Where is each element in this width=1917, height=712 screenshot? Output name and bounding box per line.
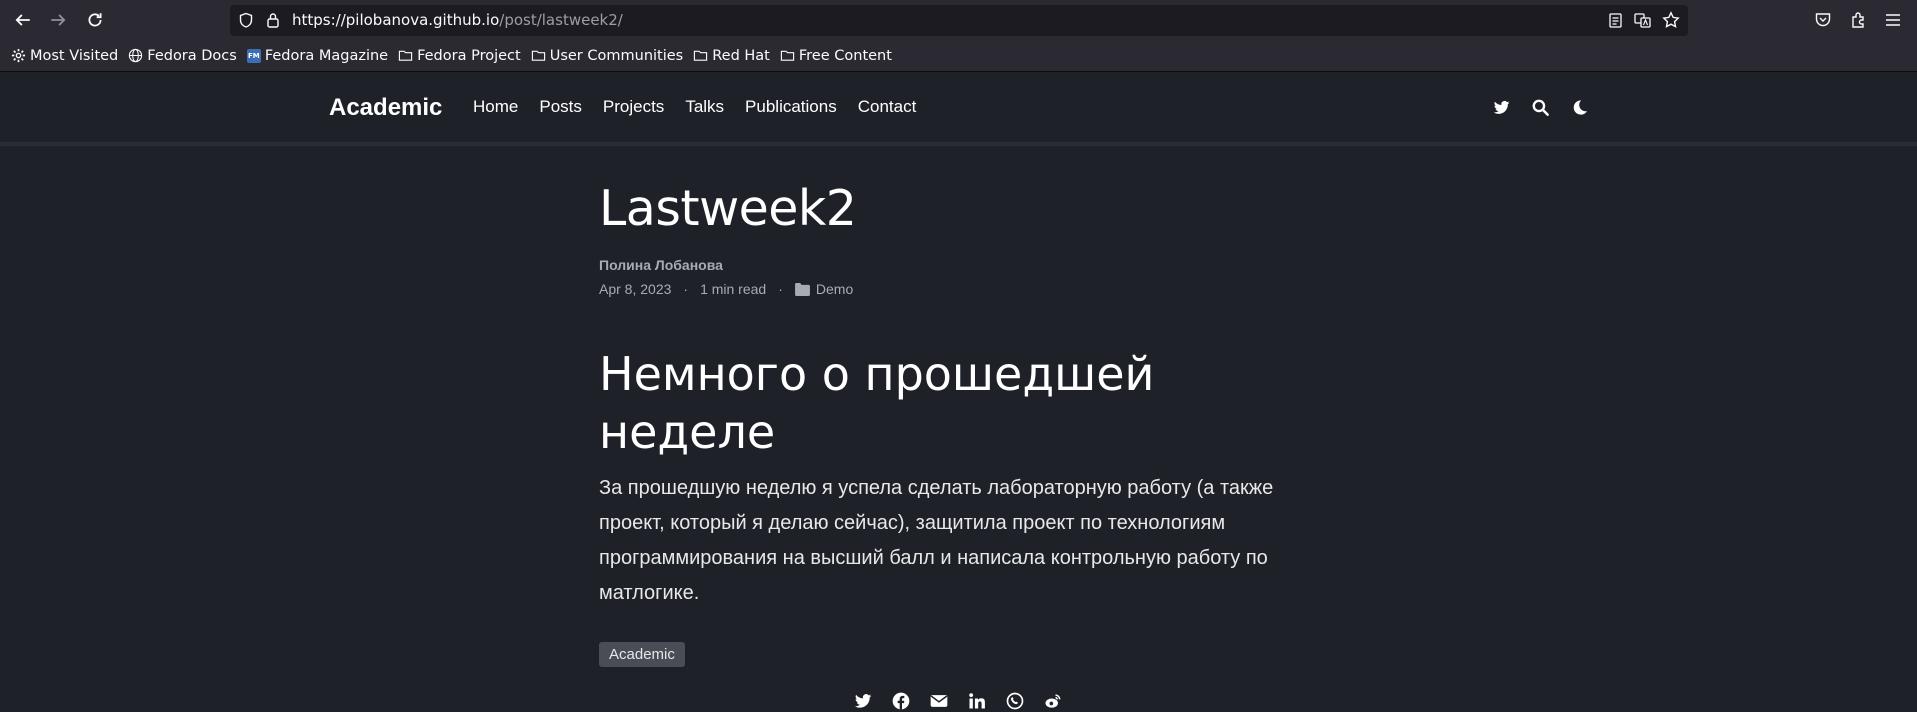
- reload-icon: [88, 13, 102, 27]
- dark-mode-moon-icon[interactable]: [1568, 96, 1590, 118]
- url-path: /post/lastweek2/: [499, 11, 623, 29]
- forward-button[interactable]: [47, 9, 69, 31]
- extensions-icon[interactable]: [1850, 11, 1868, 34]
- share-twitter-icon[interactable]: [852, 690, 874, 712]
- gear-icon: [11, 48, 26, 63]
- bookmark-fedora-magazine[interactable]: FM Fedora Magazine: [242, 40, 393, 71]
- bookmark-label: Free Content: [798, 47, 892, 64]
- twitter-icon[interactable]: [1490, 96, 1512, 118]
- post-author[interactable]: Полина Лобанова: [599, 257, 723, 273]
- post-category-link[interactable]: Demo: [816, 281, 853, 297]
- menu-posts[interactable]: Posts: [539, 97, 582, 117]
- fedora-magazine-icon: FM: [246, 48, 261, 63]
- menu-home[interactable]: Home: [473, 97, 518, 117]
- share-whatsapp-icon[interactable]: [1004, 690, 1026, 712]
- app-menu-icon[interactable]: [1884, 11, 1902, 34]
- bookmark-label: Fedora Magazine: [264, 47, 389, 64]
- reader-view-icon[interactable]: [1608, 12, 1623, 34]
- meta-separator: ·: [778, 281, 783, 297]
- browser-toolbar: https://pilobanova.github.io/post/lastwe…: [0, 0, 1917, 40]
- main-menu: Home Posts Projects Talks Publications C…: [473, 97, 937, 117]
- folder-icon: [398, 50, 413, 61]
- shield-icon[interactable]: [238, 12, 254, 34]
- pocket-icon[interactable]: [1814, 11, 1832, 34]
- lock-icon[interactable]: [266, 12, 280, 33]
- menu-contact[interactable]: Contact: [858, 97, 917, 117]
- bookmark-label: User Communities: [549, 47, 684, 64]
- address-bar[interactable]: https://pilobanova.github.io/post/lastwe…: [230, 5, 1688, 36]
- bookmarks-toolbar: Most Visited Fedora Docs FM Fedora Magaz…: [0, 40, 1917, 72]
- bookmark-folder-red-hat[interactable]: Red Hat: [688, 40, 775, 71]
- search-icon[interactable]: [1529, 96, 1551, 118]
- post-meta: Apr 8, 2023 · 1 min read · Demo: [599, 281, 853, 297]
- bookmark-label: Fedora Docs: [147, 47, 237, 64]
- bookmark-folder-fedora-project[interactable]: Fedora Project: [393, 40, 526, 71]
- translate-icon[interactable]: [1634, 12, 1652, 34]
- bookmark-folder-user-communities[interactable]: User Communities: [526, 40, 689, 71]
- share-linkedin-icon[interactable]: [966, 690, 988, 712]
- folder-icon: [694, 50, 708, 61]
- post-date: Apr 8, 2023: [599, 281, 672, 297]
- reload-button[interactable]: [84, 9, 106, 31]
- back-button[interactable]: [12, 9, 34, 31]
- share-weibo-icon[interactable]: [1042, 690, 1064, 712]
- bookmark-label: Red Hat: [712, 47, 770, 64]
- share-facebook-icon[interactable]: [890, 690, 912, 712]
- menu-talks[interactable]: Talks: [685, 97, 724, 117]
- share-icons: [852, 690, 1080, 712]
- navbar-icons: [1490, 96, 1607, 118]
- meta-separator: ·: [683, 281, 689, 297]
- bookmark-star-icon[interactable]: [1662, 11, 1680, 34]
- page-title: Lastweek2: [599, 180, 857, 237]
- bookmark-folder-free-content[interactable]: Free Content: [775, 40, 897, 71]
- bookmark-label: Most Visited: [30, 47, 119, 64]
- post-read-time: 1 min read: [700, 281, 767, 297]
- globe-icon: [129, 48, 143, 63]
- article: Lastweek2 Полина Лобанова Apr 8, 2023 · …: [599, 180, 1339, 667]
- bookmark-fedora-docs[interactable]: Fedora Docs: [123, 40, 242, 71]
- post-tag[interactable]: Academic: [599, 642, 685, 667]
- menu-projects[interactable]: Projects: [603, 97, 664, 117]
- share-email-icon[interactable]: [928, 690, 950, 712]
- post-body: За прошедшую неделю я успела сделать лаб…: [599, 477, 1274, 604]
- bookmark-label: Fedora Project: [417, 47, 521, 64]
- forward-arrow-icon: [51, 14, 66, 26]
- menu-publications[interactable]: Publications: [745, 97, 837, 117]
- site-brand-link[interactable]: Academic: [329, 94, 442, 122]
- folder-icon: [780, 50, 795, 61]
- url-host: https://pilobanova.github.io: [292, 11, 500, 29]
- site-navbar: Academic Home Posts Projects Talks Publi…: [0, 72, 1917, 146]
- back-arrow-icon: [15, 14, 30, 26]
- url-text[interactable]: https://pilobanova.github.io/post/lastwe…: [292, 5, 623, 36]
- folder-icon: [794, 282, 810, 296]
- folder-icon: [531, 50, 545, 61]
- post-heading: Немного о прошедшей неделе: [599, 347, 1155, 459]
- bookmark-most-visited[interactable]: Most Visited: [6, 40, 123, 71]
